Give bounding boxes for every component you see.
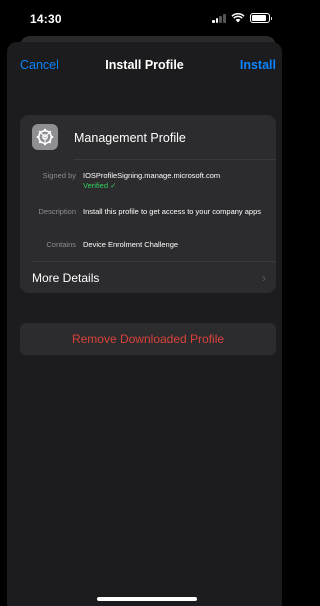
home-indicator[interactable]: [97, 597, 197, 601]
status-time: 14:30: [30, 12, 62, 26]
remove-downloaded-profile-button[interactable]: Remove Downloaded Profile: [20, 323, 276, 355]
divider: [32, 261, 276, 262]
description-value: Install this profile to get access to yo…: [83, 207, 262, 216]
status-bar: 14:30: [0, 0, 282, 36]
chevron-right-icon: ›: [262, 271, 266, 285]
profile-name: Management Profile: [74, 131, 186, 145]
divider: [74, 159, 276, 160]
wifi-icon: [231, 13, 245, 23]
signed-by-label: Signed by: [42, 171, 76, 180]
more-details-button[interactable]: More Details: [32, 271, 99, 285]
battery-icon: [250, 12, 272, 23]
install-button[interactable]: Install: [240, 58, 276, 72]
install-profile-sheet: Cancel Install Profile Install Managemen…: [7, 42, 282, 606]
contains-value: Device Enrolment Challenge: [83, 240, 179, 249]
gear-icon: [32, 124, 58, 150]
profile-header: Management Profile: [20, 115, 276, 159]
signer-name: IOSProfileSigning.manage.microsoft.com: [83, 171, 221, 180]
contains-label: Contains: [46, 240, 76, 249]
description-label: Description: [38, 207, 76, 216]
status-icons: [212, 12, 272, 23]
navigation-bar: Cancel Install Profile Install: [7, 42, 282, 88]
signed-by-value: IOSProfileSigning.manage.microsoft.com V…: [83, 171, 273, 191]
profile-card: Management Profile Signed by IOSProfileS…: [20, 115, 276, 293]
verified-status: Verified ✓: [83, 181, 117, 190]
signal-icon: [212, 13, 226, 23]
phone-screen: 14:30 Cancel Install Profile Install Man…: [0, 0, 282, 606]
